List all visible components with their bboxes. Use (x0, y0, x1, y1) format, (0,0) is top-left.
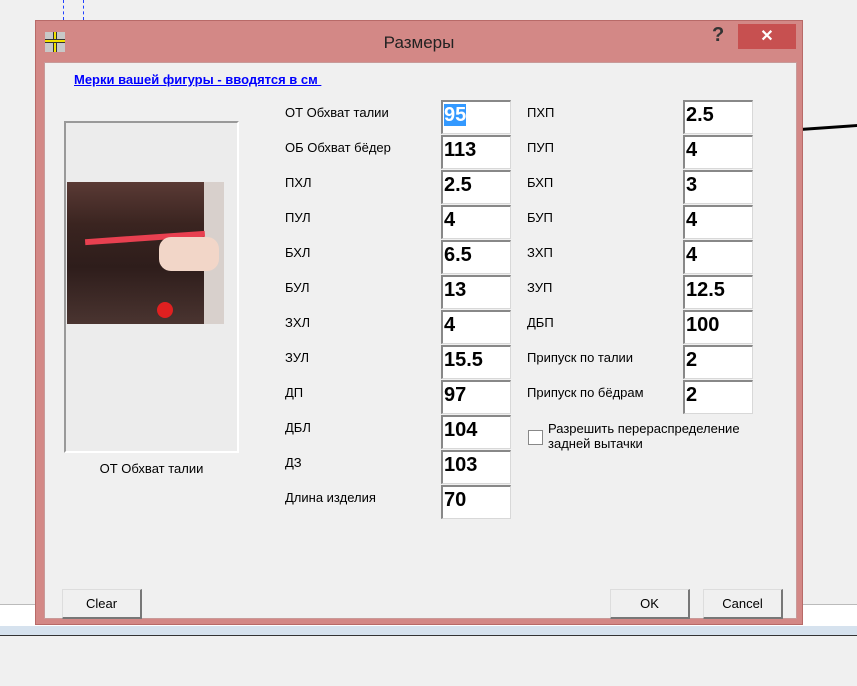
field-label: ДП (285, 385, 304, 400)
measurement-value: 6.5 (444, 244, 472, 266)
measurement-value: 15.5 (444, 349, 483, 371)
clear-button[interactable]: Clear (62, 589, 142, 619)
field-label: ЗУП (527, 280, 553, 295)
measurement-value: 103 (444, 454, 478, 476)
background-guide-line (63, 0, 64, 20)
background-guide-line (83, 0, 84, 20)
measurement-value: 13 (444, 279, 467, 301)
measurement-value: 100 (686, 314, 720, 336)
measurement-value: 2.5 (444, 174, 472, 196)
field-label: ПХЛ (285, 175, 312, 190)
measurement-value: 95 (444, 104, 467, 126)
measurement-input[interactable]: 4 (683, 135, 753, 169)
measurement-value: 4 (444, 314, 456, 336)
measurement-input[interactable]: 2.5 (683, 100, 753, 134)
measurement-input[interactable]: 4 (441, 205, 511, 239)
measurement-input[interactable]: 4 (441, 310, 511, 344)
measurement-value: 104 (444, 419, 478, 441)
background-scrollbar (0, 626, 857, 636)
measurement-input[interactable]: 4 (683, 240, 753, 274)
measurement-value: 2 (686, 349, 698, 371)
field-label: ПХП (527, 105, 555, 120)
measurement-value: 3 (686, 174, 698, 196)
close-button[interactable]: ✕ (738, 24, 796, 49)
measurement-input[interactable]: 12.5 (683, 275, 753, 309)
field-label: ЗУЛ (285, 350, 310, 365)
measurement-input[interactable]: 113 (441, 135, 511, 169)
field-label: ДБЛ (285, 420, 311, 435)
field-label: Припуск по бёдрам (527, 385, 644, 400)
measurement-value: 70 (444, 489, 467, 511)
measurement-input[interactable]: 95 (441, 100, 511, 134)
illustration-caption: ОТ Обхват талии (99, 461, 204, 476)
measurement-value: 4 (686, 244, 698, 266)
field-label: ЗХЛ (285, 315, 311, 330)
measurement-value: 12.5 (686, 279, 725, 301)
dialog-client-area: Мерки вашей фигуры - вводятся в см ОТ Об… (44, 62, 797, 619)
field-label: Длина изделия (285, 490, 376, 505)
measurement-input[interactable]: 2 (683, 345, 753, 379)
measurement-input[interactable]: 6.5 (441, 240, 511, 274)
measurement-input[interactable]: 97 (441, 380, 511, 414)
field-label: ПУЛ (285, 210, 311, 225)
measurement-value: 2.5 (686, 104, 714, 126)
measurement-input[interactable]: 15.5 (441, 345, 511, 379)
measurement-value: 4 (444, 209, 456, 231)
measurement-input[interactable]: 4 (683, 205, 753, 239)
measurements-heading: Мерки вашей фигуры - вводятся в см (74, 72, 322, 87)
measurement-input[interactable]: 103 (441, 450, 511, 484)
redistribute-dart-label[interactable]: Разрешить перераспределение задней вытач… (548, 421, 778, 451)
field-label: ОБ Обхват бёдер (285, 140, 391, 155)
waist-measurement-photo (67, 182, 224, 324)
field-label: БУЛ (285, 280, 310, 295)
measurement-illustration-frame (64, 121, 239, 453)
measurement-input[interactable]: 3 (683, 170, 753, 204)
measurement-input[interactable]: 2.5 (441, 170, 511, 204)
measurement-value: 4 (686, 209, 698, 231)
measurement-value: 2 (686, 384, 698, 406)
field-label: ЗХП (527, 245, 553, 260)
field-label: БХП (527, 175, 554, 190)
measurement-input[interactable]: 2 (683, 380, 753, 414)
measurement-input[interactable]: 70 (441, 485, 511, 519)
measurement-value: 4 (686, 139, 698, 161)
field-label: ДБП (527, 315, 554, 330)
help-button[interactable]: ? (712, 24, 724, 47)
measurement-value: 97 (444, 384, 467, 406)
field-label: БУП (527, 210, 553, 225)
field-label: ДЗ (285, 455, 302, 470)
measurement-input[interactable]: 13 (441, 275, 511, 309)
measurement-value: 113 (444, 139, 477, 161)
field-label: Припуск по талии (527, 350, 634, 365)
ok-button[interactable]: OK (610, 589, 690, 619)
background-drawing-line (799, 123, 857, 131)
field-label: ПУП (527, 140, 554, 155)
sizes-dialog: Размеры ? ✕ Мерки вашей фигуры - вводятс… (35, 20, 803, 625)
field-label: ОТ Обхват талии (285, 105, 389, 120)
cancel-button[interactable]: Cancel (703, 589, 783, 619)
field-label: БХЛ (285, 245, 311, 260)
redistribute-dart-checkbox[interactable] (528, 430, 543, 445)
measurement-input[interactable]: 104 (441, 415, 511, 449)
measurement-input[interactable]: 100 (683, 310, 753, 344)
dialog-title: Размеры (383, 33, 455, 52)
